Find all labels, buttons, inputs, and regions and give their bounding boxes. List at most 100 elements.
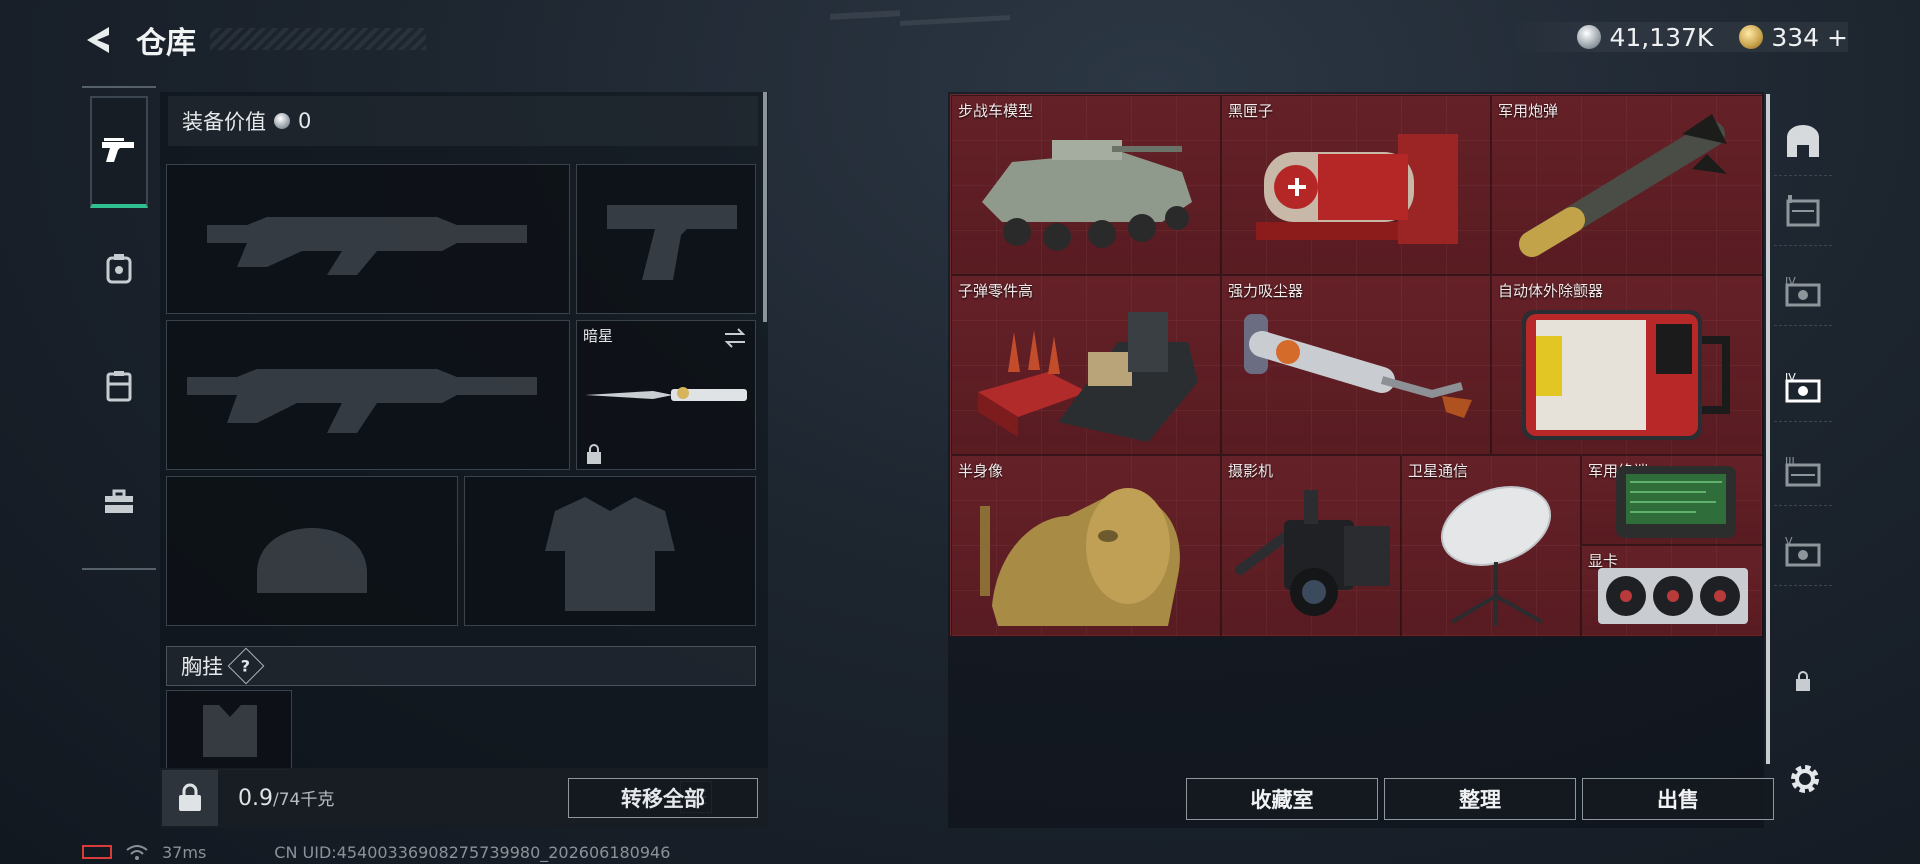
secondary-weapon-slot[interactable] [166,320,570,470]
stash-item-vacuum-cleaner[interactable]: 强力吸尘器 [1221,275,1491,455]
carry-weight: 0.9/74千克 [238,785,334,811]
stash-tab-5[interactable]: V [1774,516,1832,586]
category-rail [82,86,156,570]
lock-button[interactable] [162,770,218,826]
sort-button[interactable]: 整理 [1384,778,1576,820]
transfer-all-button[interactable]: 转移全部 [568,778,758,818]
melee-slot[interactable]: 暗星 [576,320,756,470]
ping-value: 37ms [162,842,207,862]
helmet-slot[interactable] [166,476,458,626]
stash-item-artillery-shell[interactable]: 军用炮弹 [1491,95,1763,275]
stash-tier-3-icon: III [1785,455,1821,486]
weight-max: /74千克 [273,790,335,810]
equipment-value-bar: 装备价值 0 [168,96,758,146]
rail-item-armor[interactable] [90,238,148,298]
collection-room-button[interactable]: 收藏室 [1186,778,1378,820]
stash-tab-4a[interactable]: IV [1774,256,1832,326]
rifle-placeholder-icon [207,217,527,275]
vacuum-cleaner-icon [1244,314,1472,418]
pistol-placeholder-icon [607,205,737,280]
stash-scrollbar[interactable] [1766,94,1770,764]
video-camera-icon [1235,490,1390,616]
vault-door-icon [1787,124,1819,157]
military-terminal-icon [1616,466,1736,538]
item-label: 摄影机 [1228,462,1274,480]
player-uid: CN UID:4540033690827573998​0_20260618094… [274,842,671,862]
ifv-model-icon [982,140,1192,251]
chest-rig-header: 胸挂 ? [166,646,756,686]
chest-rig-placeholder-icon [203,705,257,757]
stash-tab-vault[interactable] [1774,106,1832,176]
stash-tab-3[interactable]: III [1774,436,1832,506]
help-icon[interactable]: ? [227,647,265,685]
back-button[interactable] [78,20,118,60]
knife-icon [585,387,747,401]
equipment-value-label: 装备价值 [182,110,266,134]
swap-icon[interactable] [723,327,747,349]
toolbox-icon [105,489,133,513]
silver-coin-icon [274,113,290,129]
melee-name: 暗星 [583,327,614,345]
stash-item-graphics-card[interactable]: 显卡 [1581,545,1763,637]
item-label: 强力吸尘器 [1228,282,1304,300]
back-arrow-icon [87,27,109,53]
add-gold-button[interactable]: + [1827,23,1848,52]
settings-gear-icon[interactable] [1786,760,1824,798]
lock-icon [587,444,601,464]
bust-statue-icon [980,488,1180,626]
weight-current: 0.9 [238,786,273,811]
armor-placeholder-icon [545,497,675,611]
chest-rig-slot[interactable] [166,690,292,770]
item-label: 黑匣子 [1228,102,1274,120]
wifi-icon [126,845,148,860]
armor-slot[interactable] [464,476,756,626]
gold-coin-icon [1739,25,1764,49]
page-title: 仓库 [136,26,196,61]
stash-tab-1[interactable] [1774,176,1832,246]
stash-item-bust-statue[interactable]: 半身像 [951,455,1221,637]
silver-balance: 41,137K [1609,22,1714,52]
rail-item-weapons[interactable] [90,96,148,208]
sidearm-slot[interactable] [576,164,756,314]
locked-tab-icon [1796,671,1810,691]
defibrillator-icon [1522,310,1730,440]
stash-item-ifv-model[interactable]: 步战车模型 [951,95,1221,275]
stash-tab-rail: IV IV III V [1774,96,1832,816]
stash-item-black-box[interactable]: 黑匣子 [1221,95,1491,275]
stash-tab-locked[interactable] [1774,646,1832,716]
currency-bar: 41,137K 334 + [1512,22,1848,52]
inventory-footer: 0.9/74千克 转移全部 [160,768,768,828]
stash-item-defibrillator[interactable]: 自动体外除颤器 [1491,275,1763,455]
rifle-placeholder-icon [187,369,537,433]
equipment-scrollbar[interactable] [763,92,767,322]
ammo-parts-icon [978,312,1198,442]
artillery-shell-icon [1519,114,1727,257]
silver-coin-icon [1577,25,1602,49]
title-decoration [210,28,426,50]
equipment-value: 0 [298,109,312,133]
satellite-dish-icon [1440,486,1552,626]
item-label: 子弹零件高 [958,282,1034,300]
primary-weapon-slot[interactable] [166,164,570,314]
vest-icon [106,371,132,402]
stash-item-military-terminal[interactable]: 军用终端 [1581,455,1763,545]
rail-item-vest[interactable] [90,356,148,416]
gold-balance: 334 [1771,22,1820,52]
battery-low-icon [82,845,112,859]
stash-tab-4b[interactable]: IV [1774,352,1832,422]
stash-item-satellite-dish[interactable]: 卫星通信 [1401,455,1581,637]
pistol-icon [102,138,134,162]
chest-rig-label: 胸挂 [181,655,223,679]
graphics-card-icon [1598,568,1748,624]
padlock-icon [179,783,201,811]
item-label: 自动体外除颤器 [1498,282,1604,300]
status-bar: 37ms CN UID:4540033690827573998​0_202606… [82,842,670,862]
stash-item-ammo-parts[interactable]: 子弹零件高 [951,275,1221,455]
sell-button[interactable]: 出售 [1582,778,1774,820]
stash-item-video-camera[interactable]: 摄影机 [1221,455,1401,637]
item-label: 步战车模型 [958,102,1034,120]
bg-streak [899,15,1011,26]
stash-tier-1-icon [1786,194,1820,226]
rail-item-supplies[interactable] [90,472,148,532]
helmet-placeholder-icon [257,528,367,593]
